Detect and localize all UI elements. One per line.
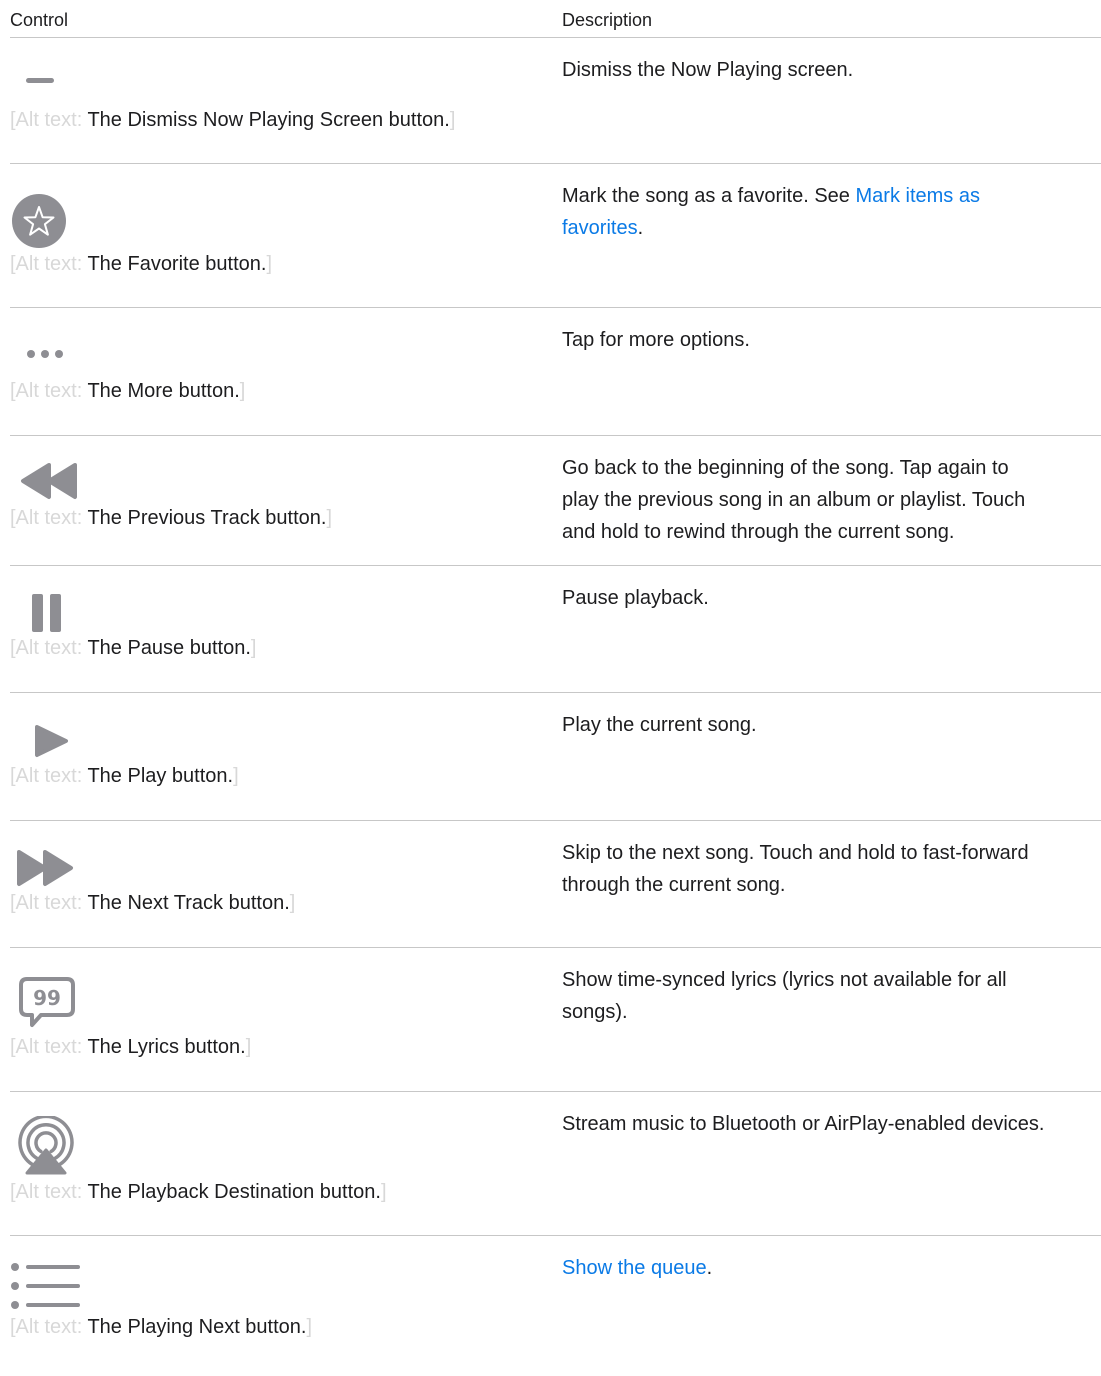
dismiss-icon	[26, 78, 54, 84]
table-row-dismiss: [Alt text: The Dismiss Now Playing Scree…	[10, 38, 1101, 164]
description-line: and hold to rewind through the current s…	[562, 521, 955, 543]
description-text-end: .	[637, 217, 644, 239]
description: Stream music to Bluetooth or AirPlay-ena…	[562, 1108, 1101, 1140]
description-line: songs).	[562, 1001, 628, 1023]
alt-suffix: ]	[380, 1181, 387, 1203]
description: Mark the song as a favorite. See Mark it…	[562, 180, 1101, 244]
description: Play the current song.	[562, 709, 1101, 741]
alt-text-value: The Next Track button.	[87, 892, 290, 914]
alt-text-value: The Lyrics button.	[87, 1036, 246, 1058]
description-text: Mark the song as a favorite. See	[562, 185, 856, 207]
mark-favorites-link[interactable]: Mark items as	[856, 185, 980, 207]
alt-text: [Alt text: The Pause button.]	[10, 637, 256, 660]
alt-prefix: [Alt text:	[10, 380, 88, 402]
lyrics-icon: 99	[18, 976, 76, 1030]
alt-text: [Alt text: The Playback Destination butt…	[10, 1181, 387, 1204]
description-text: Pause playback.	[562, 587, 709, 609]
description: Skip to the next song. Touch and hold to…	[562, 837, 1101, 901]
alt-text-value: The Play button.	[87, 765, 234, 787]
play-icon	[34, 724, 70, 758]
alt-text: [Alt text: The Playing Next button.]	[10, 1316, 312, 1339]
favorite-star-icon	[12, 194, 66, 248]
alt-suffix: ]	[239, 380, 246, 402]
description: Go back to the beginning of the song. Ta…	[562, 452, 1101, 548]
table-row-play: [Alt text: The Play button.] Play the cu…	[10, 693, 1101, 821]
alt-suffix: ]	[306, 1316, 313, 1338]
alt-suffix: ]	[289, 892, 296, 914]
mark-favorites-link-cont[interactable]: favorites	[562, 217, 638, 239]
description-text: Dismiss the Now Playing screen.	[562, 59, 854, 81]
description-text: Play the current song.	[562, 714, 757, 736]
description: Dismiss the Now Playing screen.	[562, 54, 1101, 86]
alt-text-value: The Favorite button.	[87, 253, 267, 275]
description-line: Show time-synced lyrics (lyrics not avai…	[562, 969, 1007, 991]
table-row-playback-destination: [Alt text: The Playback Destination butt…	[10, 1092, 1101, 1236]
alt-suffix: ]	[250, 637, 257, 659]
alt-text: [Alt text: The Lyrics button.]	[10, 1036, 251, 1059]
alt-text: [Alt text: The Play button.]	[10, 765, 239, 788]
alt-prefix: [Alt text:	[10, 1181, 88, 1203]
playing-next-list-icon	[10, 1262, 82, 1320]
description-text: Stream music to Bluetooth or AirPlay-ena…	[562, 1113, 1045, 1135]
table-header: Control Description	[10, 8, 1101, 38]
alt-text-value: The Previous Track button.	[87, 507, 327, 529]
description: Tap for more options.	[562, 324, 1101, 356]
alt-text-value: The Pause button.	[87, 637, 251, 659]
table-row-more: [Alt text: The More button.] Tap for mor…	[10, 308, 1101, 436]
alt-suffix: ]	[245, 1036, 252, 1058]
description: Show the queue.	[562, 1252, 1101, 1284]
alt-text: [Alt text: The More button.]	[10, 380, 245, 403]
description: Pause playback.	[562, 582, 1101, 614]
description: Show time-synced lyrics (lyrics not avai…	[562, 964, 1101, 1028]
description-line: through the current song.	[562, 874, 786, 896]
alt-suffix: ]	[266, 253, 272, 275]
description-line: Skip to the next song. Touch and hold to…	[562, 842, 1029, 864]
description-line: Go back to the beginning of the song. Ta…	[562, 457, 1009, 479]
table-row-lyrics: 99 [Alt text: The Lyrics button.] Show t…	[10, 948, 1101, 1092]
alt-text: [Alt text: The Favorite button.]	[10, 253, 272, 276]
next-track-icon	[15, 849, 79, 887]
alt-text-value: The Playback Destination button.	[87, 1181, 381, 1203]
alt-suffix: ]	[233, 765, 239, 787]
alt-prefix: [Alt text:	[10, 507, 88, 529]
alt-prefix: [Alt text:	[10, 765, 88, 787]
alt-prefix: [Alt text:	[10, 1316, 88, 1338]
alt-text: [Alt text: The Dismiss Now Playing Scree…	[10, 109, 455, 132]
more-icon	[26, 349, 66, 359]
airplay-icon	[18, 1116, 74, 1176]
column-header-control: Control	[10, 10, 69, 30]
table-row-next-track: [Alt text: The Next Track button.] Skip …	[10, 821, 1101, 948]
table-row-favorite: [Alt text: The Favorite button.] Mark th…	[10, 164, 1101, 308]
alt-text-value: The Playing Next button.	[87, 1316, 307, 1338]
svg-text:99: 99	[33, 986, 61, 1010]
pause-icon	[32, 594, 62, 632]
description-text: Tap for more options.	[562, 329, 750, 351]
alt-prefix: [Alt text:	[10, 892, 88, 914]
table-row-previous-track: [Alt text: The Previous Track button.] G…	[10, 436, 1101, 566]
alt-prefix: [Alt text:	[10, 109, 88, 131]
description-line: play the previous song in an album or pl…	[562, 489, 1026, 511]
previous-track-icon	[15, 462, 79, 500]
table-row-pause: [Alt text: The Pause button.] Pause play…	[10, 566, 1101, 693]
alt-text: [Alt text: The Previous Track button.]	[10, 507, 332, 530]
show-queue-link[interactable]: Show the queue	[562, 1257, 707, 1279]
alt-prefix: [Alt text:	[10, 253, 88, 275]
alt-prefix: [Alt text:	[10, 637, 88, 659]
description-text-end: .	[706, 1257, 713, 1279]
alt-prefix: [Alt text:	[10, 1036, 88, 1058]
alt-text-value: The Dismiss Now Playing Screen button.	[87, 109, 450, 131]
alt-text-value: The More button.	[87, 380, 240, 402]
table-row-playing-next: [Alt text: The Playing Next button.] Sho…	[10, 1236, 1101, 1376]
alt-suffix: ]	[449, 109, 456, 131]
column-header-description: Description	[562, 10, 653, 30]
alt-suffix: ]	[326, 507, 333, 529]
alt-text: [Alt text: The Next Track button.]	[10, 892, 295, 915]
